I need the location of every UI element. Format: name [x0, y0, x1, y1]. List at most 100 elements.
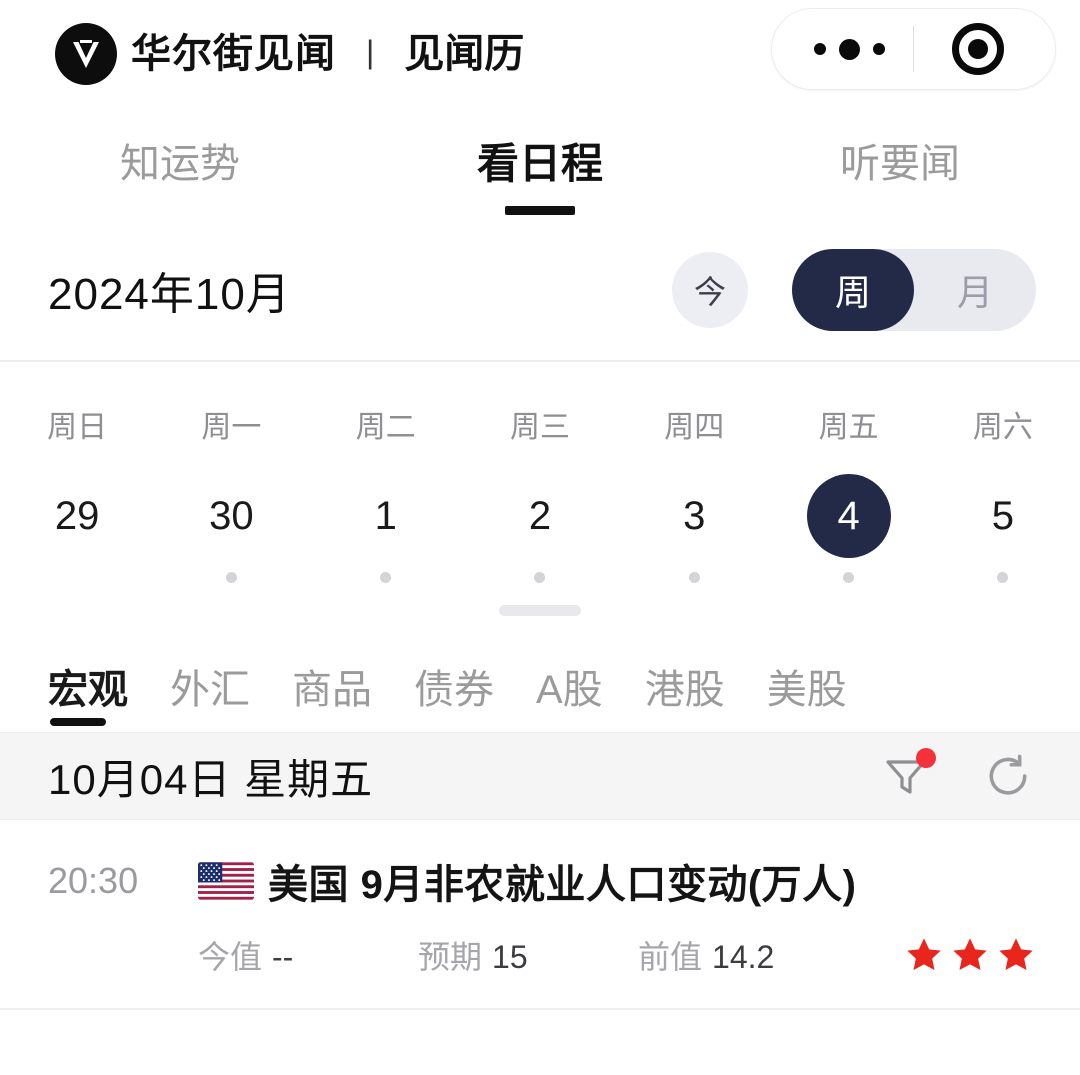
category-tab-forex[interactable]: 外汇: [170, 670, 250, 732]
tab-label: 看日程: [476, 140, 603, 187]
calendar-day[interactable]: 29: [0, 446, 154, 583]
star-icon: [953, 938, 987, 970]
calendar-day-number: 30: [209, 493, 254, 538]
refresh-icon[interactable]: [980, 748, 1036, 804]
brand-separator: |: [366, 34, 375, 70]
metric-previous: 前值 14.2: [638, 932, 774, 978]
today-button[interactable]: 今: [672, 252, 748, 328]
brand-subtitle: 见闻历: [404, 32, 525, 76]
category-tab-label: 宏观: [48, 668, 128, 712]
view-toggle[interactable]: 周 月: [792, 249, 1036, 331]
top-tab-bar: 知运势 看日程 听要闻: [0, 108, 1080, 220]
category-tab-commodity[interactable]: 商品: [292, 670, 372, 732]
date-section-title: 10月04日 星期五: [48, 755, 374, 803]
metric-actual: 今值 --: [198, 932, 418, 978]
event-title: 美国 9月非农就业人口变动(万人): [268, 863, 857, 907]
wallstreetcn-logo-icon: [55, 23, 117, 85]
calendar-day-dot: [843, 572, 855, 583]
date-section-actions: [878, 748, 1036, 804]
metric-forecast: 预期 15: [418, 932, 638, 978]
event-list: 20:30 美国 9月非农就业人口变动(万人) 今值 -- 预期 15 前值 1…: [0, 820, 1080, 1010]
event-row[interactable]: 20:30 美国 9月非农就业人口变动(万人) 今值 -- 预期 15 前值 1…: [0, 820, 1080, 1010]
month-controls: 今 周 月: [672, 249, 1036, 331]
calendar-day-selected[interactable]: 4: [771, 446, 925, 583]
month-label: 2024年10月: [48, 270, 291, 319]
category-tab-hkstocks[interactable]: 港股: [645, 670, 725, 732]
calendar-day[interactable]: 30: [154, 446, 308, 583]
category-tab-usstocks[interactable]: 美股: [767, 670, 847, 732]
calendar-day-dot: [72, 572, 83, 583]
filter-badge-dot: [916, 748, 936, 768]
week-calendar: 周日 周一 周二 周三 周四 周五 周六 29 30 1 2 3 4 5: [0, 362, 1080, 616]
calendar-day-dot: [997, 572, 1009, 583]
us-flag-icon: [198, 862, 254, 900]
dow-sat: 周六: [972, 411, 1033, 444]
event-header: 20:30 美国 9月非农就业人口变动(万人): [48, 852, 1036, 910]
calendar-days-row: 29 30 1 2 3 4 5: [0, 446, 1080, 583]
event-metrics: 今值 -- 预期 15 前值 14.2: [48, 932, 1036, 978]
calendar-day-number: 2: [528, 493, 552, 538]
capsule-divider: [913, 26, 914, 72]
calendar-day-number: 4: [806, 474, 891, 558]
view-toggle-week[interactable]: 周: [792, 249, 914, 331]
calendar-day-number: 1: [374, 493, 397, 538]
date-section-header: 10月04日 星期五: [0, 732, 1080, 820]
event-time: 20:30: [48, 860, 139, 901]
importance-stars: [904, 935, 1036, 975]
filter-funnel-icon[interactable]: [878, 748, 936, 804]
metric-label: 今值: [198, 939, 263, 975]
calendar-dow-row: 周日 周一 周二 周三 周四 周五 周六: [0, 388, 1080, 446]
brand-name: 华尔街见闻: [131, 32, 336, 76]
category-tab-macro[interactable]: 宏观: [48, 670, 128, 732]
tab-kanricheng[interactable]: 看日程: [360, 140, 720, 215]
calendar-day[interactable]: 3: [617, 446, 771, 583]
calendar-day-number: 3: [683, 493, 706, 538]
category-tab-label: 港股: [644, 668, 725, 712]
month-bar: 2024年10月 今 周 月: [0, 220, 1080, 360]
tab-label: 听要闻: [840, 142, 960, 186]
tab-zhiyunshi[interactable]: 知运势: [0, 144, 360, 184]
view-toggle-month[interactable]: 月: [914, 249, 1036, 331]
calendar-day-dot: [688, 572, 700, 583]
metric-label: 预期: [418, 939, 483, 975]
tab-label: 知运势: [120, 142, 240, 186]
dow-mon: 周一: [201, 411, 262, 444]
brand: 华尔街见闻 | 见闻历: [55, 23, 524, 85]
category-tab-bar: 宏观 外汇 商品 债券 A股 港股 美股: [0, 616, 1080, 732]
category-tab-label: 债券: [414, 668, 494, 712]
category-tab-label: 外汇: [170, 668, 250, 712]
star-icon: [907, 938, 941, 970]
calendar-day-number: 5: [991, 493, 1014, 538]
category-tab-label: A股: [536, 668, 603, 712]
metric-label: 前值: [638, 939, 703, 975]
target-icon[interactable]: [918, 23, 1038, 75]
calendar-day[interactable]: 5: [926, 446, 1080, 583]
calendar-day-dot: [380, 572, 392, 583]
dow-wed: 周三: [509, 411, 570, 444]
calendar-drag-handle[interactable]: [499, 605, 581, 616]
category-tab-label: 商品: [292, 668, 372, 712]
dow-fri: 周五: [818, 411, 879, 444]
category-tab-label: 美股: [766, 668, 847, 712]
more-dots-icon[interactable]: [789, 38, 909, 60]
calendar-day-dot: [225, 572, 237, 583]
app-screen: 华尔街见闻 | 见闻历 知运势 看日程 听要闻 2024年10月 今 周 月 周…: [0, 0, 1080, 1075]
calendar-day-dot: [534, 572, 546, 583]
metric-value: --: [272, 939, 294, 975]
dow-tue: 周二: [355, 411, 416, 444]
app-header: 华尔街见闻 | 见闻历: [0, 0, 1080, 108]
metric-value: 14.2: [712, 939, 775, 975]
dow-thu: 周四: [664, 411, 725, 444]
tab-tingyaowen[interactable]: 听要闻: [720, 144, 1080, 184]
dow-sun: 周日: [47, 411, 108, 444]
category-tab-ashares[interactable]: A股: [536, 670, 603, 732]
calendar-day[interactable]: 1: [309, 446, 463, 583]
metric-value: 15: [492, 939, 528, 975]
wechat-capsule[interactable]: [771, 8, 1056, 90]
category-tab-bonds[interactable]: 债券: [414, 670, 494, 732]
calendar-day[interactable]: 2: [463, 446, 617, 583]
calendar-day-number: 29: [54, 493, 100, 538]
tab-active-indicator: [505, 206, 575, 215]
star-icon: [999, 938, 1033, 970]
category-active-indicator: [50, 718, 106, 726]
